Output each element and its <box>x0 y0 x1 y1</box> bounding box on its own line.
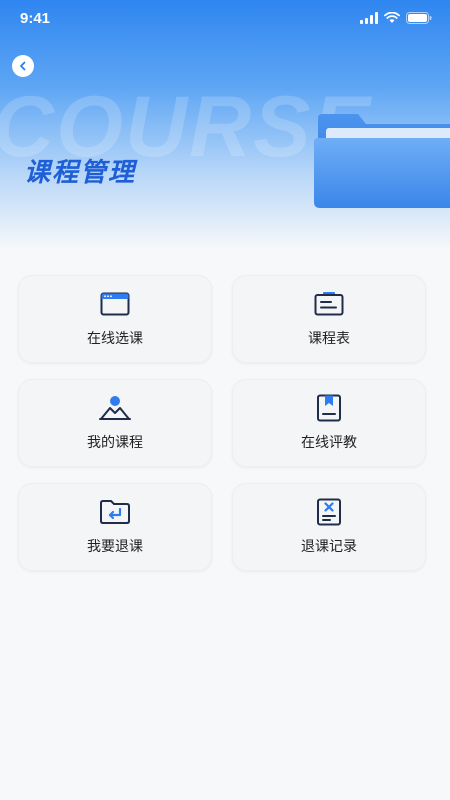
status-time: 9:41 <box>20 9 51 27</box>
menu-card-label: 我的课程 <box>87 435 143 451</box>
page-title: 课程管理 <box>24 158 137 188</box>
header-banner: 9:41 COURSE 课程管理 <box>0 0 450 250</box>
back-button[interactable] <box>12 55 34 77</box>
menu-card-online-course-selection[interactable]: 在线选课 <box>18 275 212 363</box>
folder-illustration-icon <box>314 114 450 208</box>
menu-card-label: 我要退课 <box>87 539 143 555</box>
chevron-left-icon <box>20 61 26 71</box>
status-icons <box>360 12 432 24</box>
menu-card-online-evaluation[interactable]: 在线评教 <box>232 379 426 467</box>
menu-card-label: 课程表 <box>308 331 350 347</box>
person-mountain-icon <box>99 394 131 422</box>
menu-card-label: 在线选课 <box>87 331 143 347</box>
status-bar: 9:41 <box>0 0 450 36</box>
menu-card-label: 在线评教 <box>301 435 357 451</box>
folder-return-icon <box>99 498 131 526</box>
bookmark-book-icon <box>313 394 345 422</box>
course-menu-grid: 在线选课 课程表 我的课程 在线评教 我要退课 退课记录 <box>18 275 430 571</box>
menu-card-drop-course[interactable]: 我要退课 <box>18 483 212 571</box>
wifi-icon <box>384 12 400 23</box>
menu-card-drop-records[interactable]: 退课记录 <box>232 483 426 571</box>
schedule-board-icon <box>313 290 345 318</box>
document-x-icon <box>313 498 345 526</box>
menu-card-course-schedule[interactable]: 课程表 <box>232 275 426 363</box>
menu-card-my-courses[interactable]: 我的课程 <box>18 379 212 467</box>
menu-card-label: 退课记录 <box>301 539 357 555</box>
signal-icon <box>360 12 378 24</box>
browser-window-icon <box>99 290 131 318</box>
battery-icon <box>406 12 432 24</box>
